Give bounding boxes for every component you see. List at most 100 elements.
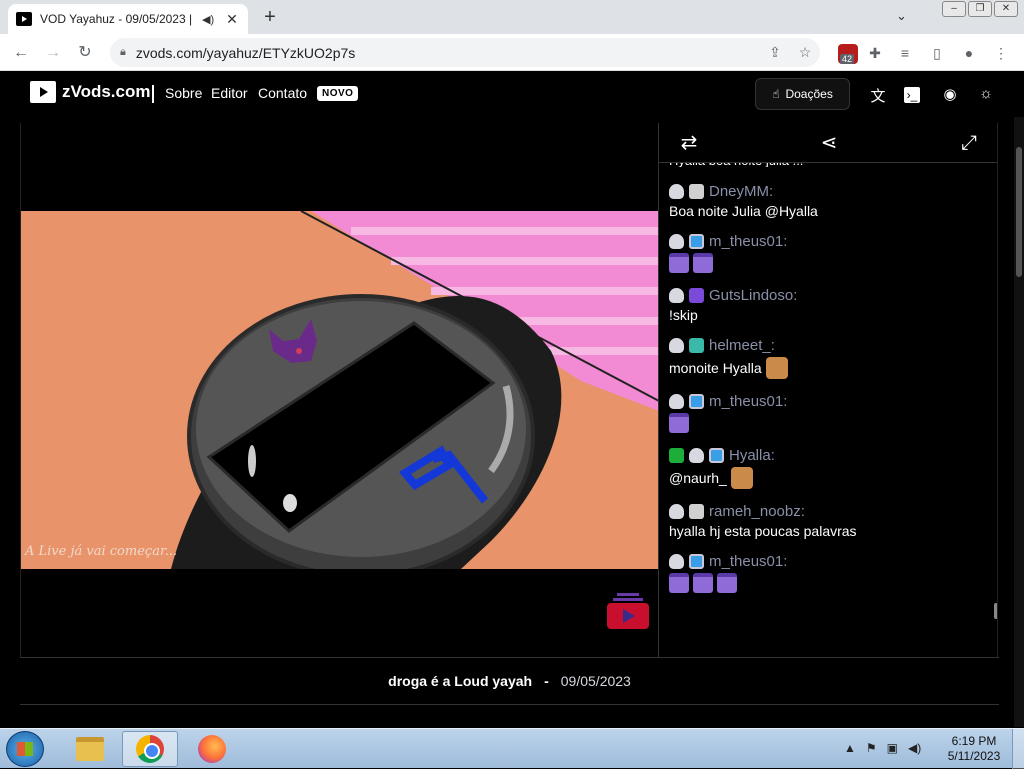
extension-badge-count: 42 xyxy=(840,54,855,64)
browser-menu-icon[interactable]: ⋮ xyxy=(990,42,1012,64)
firefox-icon xyxy=(198,735,226,763)
close-window-button[interactable]: ✕ xyxy=(994,1,1018,17)
chat-text-row: @naurh_ xyxy=(669,467,989,489)
translate-icon[interactable]: 文 xyxy=(868,85,888,105)
share-icon[interactable]: ⇪ xyxy=(760,44,790,61)
tray-expand-icon[interactable]: ▲ xyxy=(844,741,856,755)
network-icon[interactable]: ▣ xyxy=(887,741,898,755)
subscriber-badge-icon xyxy=(689,393,704,409)
chat-username[interactable]: m_theus01 xyxy=(709,393,783,410)
sheep-badge-icon xyxy=(669,503,684,519)
chat-panel: ⇄ ⋖ ⤢ Hyalla boa noite julia ... DneyMM:… xyxy=(658,123,998,657)
vod-date: 09/05/2023 xyxy=(560,673,631,689)
emote-icon xyxy=(717,573,737,593)
sheep-badge-icon xyxy=(669,337,684,353)
emote-icon xyxy=(693,253,713,273)
chat-username[interactable]: rameh_noobz xyxy=(709,503,801,520)
vod-title: droga é a Loud yayah xyxy=(388,673,533,689)
extension-shield-icon[interactable]: 42 xyxy=(838,44,858,64)
side-panel-icon[interactable]: ▯ xyxy=(926,42,948,64)
play-logo-icon xyxy=(30,81,56,103)
site-logo[interactable]: zVods.com xyxy=(30,81,150,103)
chat-text: @naurh_ xyxy=(669,470,727,486)
chat-username[interactable]: m_theus01 xyxy=(709,553,783,570)
chat-username[interactable]: helmeet_ xyxy=(709,337,771,354)
video-player[interactable]: A Live já vai começar... xyxy=(20,123,659,657)
address-bar[interactable]: 🔒︎ zvods.com/yayahuz/ETYzkUO2p7s ⇪ ☆ xyxy=(110,38,820,67)
windows-taskbar: ▲ ⚑ ▣ ◀︎) 6:19 PM 5/11/2023 xyxy=(0,728,1024,769)
tab-close-icon[interactable]: ✕ xyxy=(224,11,240,28)
chat-username[interactable]: m_theus01 xyxy=(709,233,783,250)
forward-arrow-icon[interactable]: → xyxy=(42,42,64,64)
tab-audio-icon[interactable]: ◀︎) xyxy=(202,13,218,26)
chat-emotes xyxy=(669,253,989,273)
chat-scrollbar[interactable] xyxy=(994,603,997,619)
window-controls: – ❐ ✕ xyxy=(942,1,1018,17)
chat-message: m_theus01: xyxy=(669,551,989,593)
maximize-button[interactable]: ❐ xyxy=(968,1,992,17)
back-arrow-icon[interactable]: ← xyxy=(10,42,32,64)
url-text: zvods.com/yayahuz/ETYzkUO2p7s xyxy=(135,44,356,61)
donate-label: Doações xyxy=(785,87,833,101)
donate-hand-icon: ☝︎ xyxy=(772,87,780,101)
youtube-favicon-icon xyxy=(16,11,32,27)
dog-emote-icon xyxy=(765,357,788,379)
chat-text-row: monoite Hyalla xyxy=(669,357,989,379)
theme-sun-icon[interactable]: ☼ xyxy=(976,85,996,105)
chat-text: !skip xyxy=(669,307,698,323)
emote-icon xyxy=(669,413,689,433)
chat-toolbar: ⇄ ⋖ ⤢ xyxy=(659,123,997,163)
sheep-badge-icon xyxy=(669,233,684,249)
emote-icon xyxy=(669,253,689,273)
chat-messages: Hyalla boa noite julia ... DneyMM: Boa n… xyxy=(669,153,989,605)
discord-icon[interactable]: ◉ xyxy=(940,85,960,105)
page-scrollbar[interactable] xyxy=(1014,117,1024,727)
chat-emotes xyxy=(669,573,989,593)
bookmark-star-icon[interactable]: ☆ xyxy=(790,44,820,61)
swap-arrows-icon[interactable]: ⇄ xyxy=(677,131,701,155)
tab-title: VOD Yayahuz - 09/05/2023 | xyxy=(40,12,193,26)
extensions-puzzle-icon[interactable]: ✚ xyxy=(864,42,886,64)
clock-date: 5/11/2023 xyxy=(947,749,1001,763)
minimize-button[interactable]: – xyxy=(942,1,966,17)
chat-username[interactable]: GutsLindoso xyxy=(709,287,793,304)
donate-button[interactable]: ☝︎ Doações xyxy=(755,78,850,110)
media-controls-icon[interactable]: ≡ xyxy=(894,42,916,64)
main-content: A Live já vai começar... ⇄ ⋖ ⤢ Hyalla bo… xyxy=(0,117,1024,727)
chat-username[interactable]: DneyMM xyxy=(709,183,769,200)
nav-link-editor[interactable]: Editor xyxy=(211,85,248,101)
subscriber-badge-icon xyxy=(689,553,704,569)
video-frame[interactable]: A Live já vai começar... xyxy=(21,211,659,569)
taskbar-clock[interactable]: 6:19 PM 5/11/2023 xyxy=(938,734,1010,764)
new-badge: NOVO xyxy=(317,86,359,101)
nav-link-contato[interactable]: Contato xyxy=(258,85,307,101)
browser-tab[interactable]: VOD Yayahuz - 09/05/2023 | ◀︎) ✕ xyxy=(8,4,248,34)
profile-avatar-icon[interactable]: ● xyxy=(958,42,980,64)
folder-icon xyxy=(76,737,104,761)
terminal-icon[interactable]: ›_ xyxy=(904,87,920,103)
page-scrollbar-thumb[interactable] xyxy=(1016,147,1022,277)
tab-search-chevron-icon[interactable]: ⌄ xyxy=(896,8,907,24)
moderator-sword-badge-icon xyxy=(669,447,684,463)
taskbar-firefox[interactable] xyxy=(184,731,240,767)
taskbar-explorer[interactable] xyxy=(62,731,118,767)
nav-link-sobre[interactable]: Sobre xyxy=(165,85,202,101)
reload-icon[interactable]: ↻ xyxy=(74,42,96,64)
share-nodes-icon[interactable]: ⋖ xyxy=(817,131,841,155)
lock-icon[interactable]: 🔒︎ xyxy=(120,46,126,59)
new-tab-button[interactable]: + xyxy=(258,6,282,30)
chat-message: helmeet_: monoite Hyalla xyxy=(669,335,989,379)
muted-badge-icon xyxy=(689,183,704,199)
channel-play-icon xyxy=(607,593,649,629)
show-desktop-button[interactable] xyxy=(1012,729,1024,769)
dog-emote-icon xyxy=(730,467,753,489)
chat-message: DneyMM: Boa noite Julia @Hyalla xyxy=(669,181,989,219)
fullscreen-icon[interactable]: ⤢ xyxy=(957,131,981,155)
action-center-flag-icon[interactable]: ⚑ xyxy=(866,741,877,755)
sheep-badge-icon xyxy=(669,553,684,569)
taskbar-chrome[interactable] xyxy=(122,731,178,767)
start-button[interactable] xyxy=(6,731,44,767)
chat-username[interactable]: Hyalla xyxy=(729,447,771,464)
volume-icon[interactable]: ◀︎) xyxy=(908,741,921,755)
sheep-badge-icon xyxy=(669,393,684,409)
